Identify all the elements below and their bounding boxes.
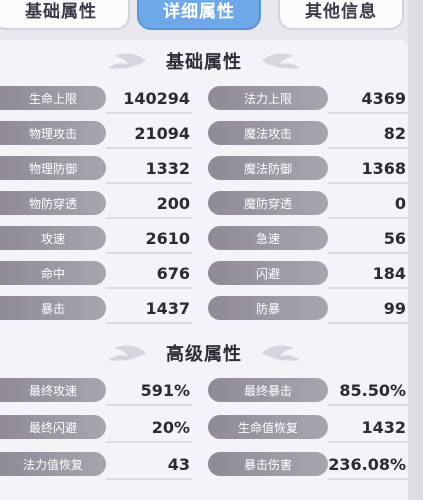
- wing-right-icon: [262, 345, 300, 361]
- attribute-label-pill: 急速: [208, 226, 328, 250]
- attribute-label-pill: 暴击: [0, 296, 106, 320]
- attribute-value: 43: [167, 455, 190, 474]
- attribute-value: 85.50%: [339, 381, 406, 400]
- attribute-value: 236.08%: [328, 455, 406, 474]
- attribute-value: 1437: [145, 299, 190, 318]
- attribute-row: 物防穿透 200 魔防穿透 0: [0, 189, 408, 219]
- attribute-label-pill: 命中: [0, 261, 106, 285]
- attributes-panel: 基础属性 生命上限 140294 法力上限 4369 物理攻击 21094 魔法…: [0, 40, 408, 500]
- section-title: 高级属性: [166, 344, 242, 365]
- wing-left-icon: [108, 345, 146, 361]
- tab-basic-attributes[interactable]: 基础属性: [0, 0, 130, 30]
- attribute-value: 1368: [361, 159, 406, 178]
- attribute-row: 物理攻击 21094 魔法攻击 82: [0, 119, 408, 149]
- attribute-row: 最终攻速 591% 最终暴击 85.50%: [0, 376, 408, 406]
- attribute-label-pill: 法力值恢复: [0, 452, 106, 476]
- attribute-row: 物理防御 1332 魔法防御 1368: [0, 154, 408, 184]
- tab-label: 详细属性: [163, 2, 235, 22]
- tab-other-info[interactable]: 其他信息: [278, 0, 404, 30]
- attribute-value: 1332: [145, 159, 190, 178]
- attribute-label-pill: 攻速: [0, 226, 106, 250]
- tab-label: 基础属性: [25, 2, 97, 22]
- attribute-label-pill: 最终攻速: [0, 378, 106, 402]
- tab-detailed-attributes[interactable]: 详细属性: [137, 0, 261, 30]
- attribute-row: 暴击 1437 防暴 99: [0, 294, 408, 324]
- attribute-label-pill: 魔法攻击: [208, 121, 328, 145]
- attribute-value: 21094: [134, 124, 190, 143]
- attribute-label-pill: 最终暴击: [208, 378, 328, 402]
- tab-bar: 基础属性 详细属性 其他信息: [0, 0, 423, 34]
- wing-right-icon: [262, 53, 300, 69]
- attribute-value: 591%: [140, 381, 190, 400]
- attribute-row: 攻速 2610 急速 56: [0, 224, 408, 254]
- attribute-label-pill: 暴击伤害: [208, 452, 328, 476]
- attribute-label-pill: 最终闪避: [0, 415, 106, 439]
- attribute-row: 生命上限 140294 法力上限 4369: [0, 84, 408, 114]
- tab-label: 其他信息: [305, 2, 377, 22]
- attribute-value: 99: [383, 299, 406, 318]
- attribute-label-pill: 物理防御: [0, 156, 106, 180]
- attribute-label-pill: 法力上限: [208, 86, 328, 110]
- attribute-label-pill: 生命上限: [0, 86, 106, 110]
- attribute-value: 0: [394, 194, 406, 213]
- section-header-advanced: 高级属性: [0, 336, 408, 370]
- attribute-value: 1432: [361, 418, 406, 437]
- attribute-label-pill: 生命值恢复: [208, 415, 328, 439]
- attribute-label-pill: 魔法防御: [208, 156, 328, 180]
- attribute-value: 184: [372, 264, 406, 283]
- attribute-row: 最终闪避 20% 生命值恢复 1432: [0, 413, 408, 443]
- attribute-value: 2610: [145, 229, 190, 248]
- attribute-row: 法力值恢复 43 暴击伤害 236.08%: [0, 450, 408, 480]
- attribute-value: 56: [383, 229, 406, 248]
- attribute-value: 140294: [123, 89, 190, 108]
- attribute-label-pill: 魔防穿透: [208, 191, 328, 215]
- section-title: 基础属性: [166, 52, 242, 73]
- attribute-value: 4369: [361, 89, 406, 108]
- attribute-value: 20%: [151, 418, 190, 437]
- section-header-basic: 基础属性: [0, 44, 408, 78]
- attribute-value: 200: [156, 194, 190, 213]
- attribute-label-pill: 物防穿透: [0, 191, 106, 215]
- attribute-label-pill: 闪避: [208, 261, 328, 285]
- scrollbar-track[interactable]: [408, 0, 423, 500]
- wing-left-icon: [108, 53, 146, 69]
- attribute-label-pill: 防暴: [208, 296, 328, 320]
- attribute-value: 676: [156, 264, 190, 283]
- attribute-label-pill: 物理攻击: [0, 121, 106, 145]
- attribute-value: 82: [383, 124, 406, 143]
- attribute-row: 命中 676 闪避 184: [0, 259, 408, 289]
